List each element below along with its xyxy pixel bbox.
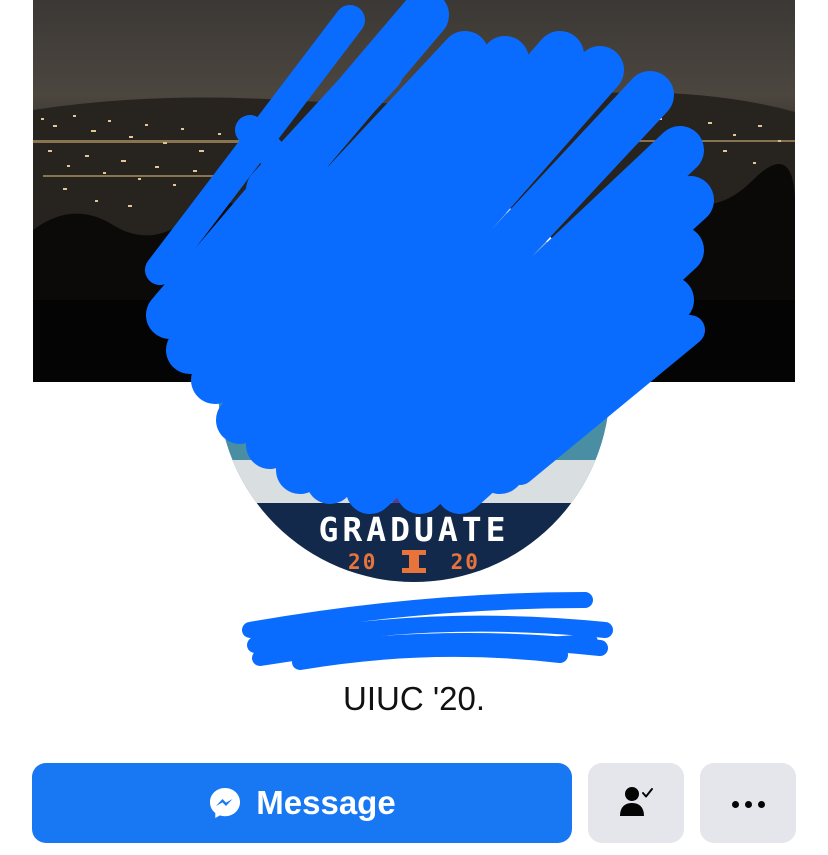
friends-check-icon: [618, 784, 654, 823]
messenger-icon: [208, 786, 242, 820]
frame-year-left: 20: [348, 550, 378, 574]
profile-page: GRADUATE 20 20 UIUC '20. Message: [0, 0, 828, 855]
profile-bio: UIUC '20.: [342, 680, 485, 717]
friends-button[interactable]: [588, 763, 684, 843]
message-button[interactable]: Message: [32, 763, 572, 843]
frame-title: GRADUATE: [318, 510, 510, 549]
more-options-button[interactable]: [700, 763, 796, 843]
frame-year-right: 20: [450, 550, 480, 574]
more-dots-icon: [729, 796, 768, 811]
message-button-label: Message: [256, 784, 396, 821]
profile-picture[interactable]: GRADUATE 20 20: [218, 190, 610, 582]
frame-year: 20 20: [218, 550, 610, 574]
